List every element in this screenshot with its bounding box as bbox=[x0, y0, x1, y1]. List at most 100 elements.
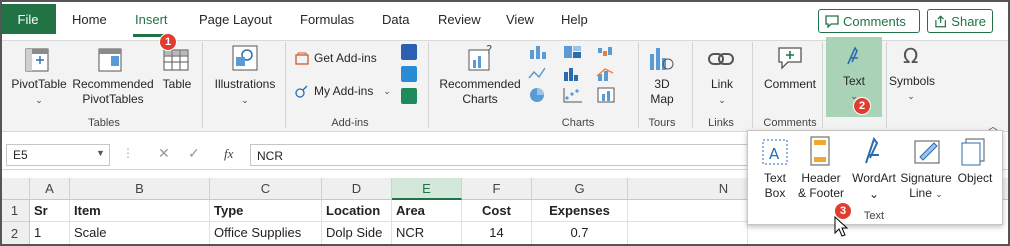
tab-page-layout[interactable]: Page Layout bbox=[199, 12, 272, 27]
people-graph-icon[interactable] bbox=[401, 88, 417, 104]
object-icon bbox=[961, 138, 985, 166]
row-header[interactable]: 1 bbox=[0, 200, 30, 222]
tab-review[interactable]: Review bbox=[438, 12, 481, 27]
enter-icon[interactable]: ✓ bbox=[188, 145, 200, 162]
table-header-cell[interactable]: Type bbox=[210, 200, 322, 222]
tab-view[interactable]: View bbox=[506, 12, 534, 27]
group-separator bbox=[202, 42, 203, 128]
bing-icon[interactable] bbox=[401, 66, 417, 82]
text-group-label: Text bbox=[863, 210, 885, 222]
recommended-pivottables-button[interactable]: Recommended PivotTables bbox=[72, 77, 154, 107]
wordart-button[interactable]: WordArt bbox=[848, 171, 900, 186]
column-header[interactable]: B bbox=[70, 178, 210, 200]
3d-map-label-1: 3D bbox=[654, 77, 670, 91]
table-header-cell[interactable]: Cost bbox=[462, 200, 532, 222]
column-header[interactable]: D bbox=[322, 178, 392, 200]
recommended-charts-label-2: Charts bbox=[462, 92, 498, 106]
row-header[interactable]: 2 bbox=[0, 222, 30, 246]
table-cell[interactable]: 0.7 bbox=[532, 222, 628, 246]
waterfall-chart-icon[interactable] bbox=[596, 44, 618, 60]
signature-line-icon bbox=[914, 140, 940, 164]
new-comment-icon bbox=[778, 47, 802, 70]
group-separator bbox=[285, 42, 286, 128]
table-cell[interactable]: NCR bbox=[392, 222, 462, 246]
table-cell[interactable]: Office Supplies bbox=[210, 222, 322, 246]
table-cell[interactable]: 14 bbox=[462, 222, 532, 246]
table-header-cell[interactable]: Location bbox=[322, 200, 392, 222]
share-button[interactable]: Share bbox=[927, 9, 993, 33]
text-box-button[interactable]: Text Box bbox=[752, 171, 798, 201]
tab-data[interactable]: Data bbox=[382, 12, 409, 27]
table-cell[interactable]: Dolp Side bbox=[322, 222, 392, 246]
statistic-chart-icon[interactable] bbox=[562, 66, 584, 82]
scatter-chart-icon[interactable] bbox=[562, 86, 584, 104]
tab-home[interactable]: Home bbox=[72, 12, 107, 27]
symbols-button[interactable]: Symbols bbox=[886, 74, 938, 89]
pivottable-button[interactable]: PivotTable bbox=[10, 77, 68, 92]
tab-insert[interactable]: Insert bbox=[135, 12, 168, 27]
table-cell[interactable]: 1 bbox=[30, 222, 70, 246]
pivottable-chevron-icon[interactable]: ⌄ bbox=[34, 93, 44, 108]
group-label-tables: Tables bbox=[88, 117, 120, 129]
text-box-icon: A bbox=[762, 139, 788, 165]
header-footer-button[interactable]: Header & Footer bbox=[796, 171, 846, 201]
store-icon bbox=[295, 52, 309, 65]
combo-chart-icon[interactable] bbox=[596, 66, 618, 82]
tab-formulas[interactable]: Formulas bbox=[300, 12, 354, 27]
table-button[interactable]: Table bbox=[160, 77, 194, 92]
signature-line-button[interactable]: Signature Line ⌄ bbox=[898, 171, 954, 202]
select-all-corner[interactable] bbox=[0, 178, 30, 200]
new-comment-button[interactable]: Comment bbox=[758, 77, 822, 92]
column-header[interactable]: G bbox=[532, 178, 628, 200]
tab-help[interactable]: Help bbox=[561, 12, 588, 27]
my-addins-chevron-icon[interactable]: ⌄ bbox=[382, 84, 392, 99]
recommended-charts-button[interactable]: Recommended Charts bbox=[436, 77, 524, 107]
table-header-cell[interactable]: Item bbox=[70, 200, 210, 222]
insert-function-icon[interactable]: fx bbox=[224, 146, 233, 162]
collapse-ribbon-icon[interactable]: ︿ bbox=[988, 118, 1000, 133]
table-header-cell[interactable]: Area bbox=[392, 200, 462, 222]
tab-file[interactable]: File bbox=[0, 4, 56, 34]
text-button[interactable]: Text bbox=[830, 74, 878, 89]
signature-line-label-2: Line ⌄ bbox=[898, 186, 954, 202]
object-button[interactable]: Object bbox=[952, 171, 998, 186]
column-header[interactable]: A bbox=[30, 178, 70, 200]
symbols-chevron-icon[interactable]: ⌄ bbox=[906, 89, 916, 104]
3d-map-button[interactable]: 3D Map bbox=[642, 77, 682, 107]
empty-cell[interactable] bbox=[628, 222, 748, 246]
link-icon bbox=[708, 53, 734, 65]
visio-icon[interactable] bbox=[401, 44, 417, 60]
hierarchy-chart-icon[interactable] bbox=[562, 44, 584, 60]
formula-input[interactable]: NCR bbox=[250, 144, 750, 166]
name-box[interactable]: E5 bbox=[6, 144, 110, 166]
wordart-chevron-icon[interactable]: ⌄ bbox=[869, 187, 879, 202]
illustrations-button[interactable]: Illustrations bbox=[210, 77, 280, 92]
my-addins-button[interactable]: My Add-ins bbox=[314, 84, 384, 99]
get-addins-button[interactable]: Get Add-ins bbox=[314, 51, 380, 66]
link-chevron-icon[interactable]: ⌄ bbox=[717, 93, 727, 108]
table-header-cell[interactable]: Sr bbox=[30, 200, 70, 222]
comments-button[interactable]: Comments bbox=[818, 9, 920, 33]
column-header-selected[interactable]: E bbox=[392, 178, 462, 200]
illustrations-icon bbox=[232, 45, 258, 71]
group-separator bbox=[822, 42, 823, 128]
pie-chart-icon[interactable] bbox=[528, 86, 552, 104]
name-box-chevron-icon[interactable]: ▼ bbox=[96, 148, 105, 158]
text-dropdown-menu: A Text Box Header & Footer WordArt ⌄ Sig… bbox=[747, 130, 1003, 225]
column-header[interactable]: F bbox=[462, 178, 532, 200]
omega-icon: Ω bbox=[903, 44, 918, 68]
cancel-icon[interactable]: ✕ bbox=[158, 145, 170, 162]
empty-cell[interactable] bbox=[628, 200, 748, 222]
signature-chevron-icon[interactable]: ⌄ bbox=[935, 189, 943, 199]
illustrations-chevron-icon[interactable]: ⌄ bbox=[240, 93, 250, 108]
table-cell[interactable]: Scale bbox=[70, 222, 210, 246]
column-chart-icon[interactable] bbox=[528, 44, 552, 60]
line-chart-icon[interactable] bbox=[528, 66, 552, 82]
column-header[interactable]: C bbox=[210, 178, 322, 200]
ribbon-tab-bar: File Home Insert Page Layout Formulas Da… bbox=[0, 0, 1010, 40]
link-button[interactable]: Link bbox=[700, 77, 744, 92]
table-header-cell[interactable]: Expenses bbox=[532, 200, 628, 222]
mouse-pointer-icon bbox=[834, 216, 848, 237]
pivotchart-icon[interactable] bbox=[596, 86, 618, 104]
column-header-blank[interactable] bbox=[628, 178, 748, 200]
